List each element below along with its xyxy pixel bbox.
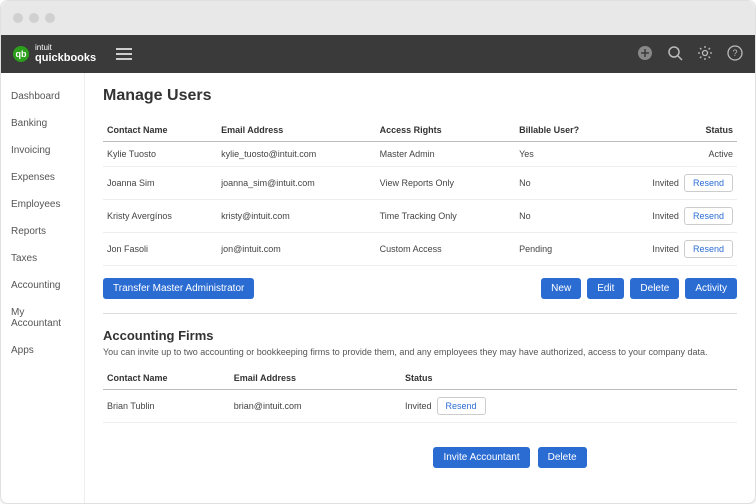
firm-col-email: Email Address xyxy=(230,367,401,390)
cell-status: Active xyxy=(597,142,737,167)
sidebar-item-apps[interactable]: Apps xyxy=(1,337,84,364)
new-button[interactable]: New xyxy=(541,278,581,299)
sidebar-item-taxes[interactable]: Taxes xyxy=(1,245,84,272)
firms-table: Contact Name Email Address Status Brian … xyxy=(103,367,737,423)
cell-billable: No xyxy=(515,200,597,233)
status-text: Invited xyxy=(652,244,679,254)
cell-status: Invited Resend xyxy=(597,167,737,200)
cell-rights: Time Tracking Only xyxy=(376,200,515,233)
gear-icon[interactable] xyxy=(697,45,713,64)
col-contact-name: Contact Name xyxy=(103,119,217,142)
table-row[interactable]: Kristy Avergínoskristy@intuit.comTime Tr… xyxy=(103,200,737,233)
cell-name: Kristy Avergínos xyxy=(103,200,217,233)
sidebar-item-banking[interactable]: Banking xyxy=(1,110,84,137)
cell-rights: View Reports Only xyxy=(376,167,515,200)
col-access-rights: Access Rights xyxy=(376,119,515,142)
sidebar: DashboardBankingInvoicingExpensesEmploye… xyxy=(1,73,85,503)
sidebar-item-reports[interactable]: Reports xyxy=(1,218,84,245)
cell-email: joanna_sim@intuit.com xyxy=(217,167,376,200)
accounting-firms-title: Accounting Firms xyxy=(103,328,737,343)
status-text: Active xyxy=(708,149,733,159)
brand: qb intuit quickbooks xyxy=(13,44,132,64)
main-content: Manage Users Contact Name Email Address … xyxy=(85,73,755,503)
window-dot xyxy=(45,13,55,23)
window-dot xyxy=(13,13,23,23)
col-billable: Billable User? xyxy=(515,119,597,142)
users-table: Contact Name Email Address Access Rights… xyxy=(103,119,737,266)
window-dot xyxy=(29,13,39,23)
sidebar-item-my-accountant[interactable]: My Accountant xyxy=(1,299,84,337)
help-icon[interactable]: ? xyxy=(727,45,743,64)
resend-button[interactable]: Resend xyxy=(684,240,733,258)
cell-status: Invited Resend xyxy=(597,233,737,266)
table-row[interactable]: Joanna Simjoanna_sim@intuit.comView Repo… xyxy=(103,167,737,200)
col-email: Email Address xyxy=(217,119,376,142)
table-row[interactable]: Kylie Tuostokylie_tuosto@intuit.comMaste… xyxy=(103,142,737,167)
cell-billable: Pending xyxy=(515,233,597,266)
col-status: Status xyxy=(597,119,737,142)
add-icon[interactable] xyxy=(637,45,653,64)
svg-text:?: ? xyxy=(732,48,737,58)
sidebar-item-dashboard[interactable]: Dashboard xyxy=(1,83,84,110)
page-title: Manage Users xyxy=(103,87,737,105)
delete-button[interactable]: Delete xyxy=(630,278,679,299)
accounting-firms-desc: You can invite up to two accounting or b… xyxy=(103,347,737,357)
cell-name: Kylie Tuosto xyxy=(103,142,217,167)
cell-rights: Custom Access xyxy=(376,233,515,266)
sidebar-item-invoicing[interactable]: Invoicing xyxy=(1,137,84,164)
firm-col-status: Status xyxy=(401,367,737,390)
transfer-master-admin-button[interactable]: Transfer Master Administrator xyxy=(103,278,254,299)
cell-name: Jon Fasoli xyxy=(103,233,217,266)
browser-chrome xyxy=(1,1,755,35)
edit-button[interactable]: Edit xyxy=(587,278,624,299)
delete-firm-button[interactable]: Delete xyxy=(538,447,587,468)
cell-email: kylie_tuosto@intuit.com xyxy=(217,142,376,167)
cell-rights: Master Admin xyxy=(376,142,515,167)
invite-accountant-button[interactable]: Invite Accountant xyxy=(433,447,529,468)
cell-status: Invited Resend xyxy=(597,200,737,233)
sidebar-item-employees[interactable]: Employees xyxy=(1,191,84,218)
resend-button[interactable]: Resend xyxy=(684,207,733,225)
resend-button[interactable]: Resend xyxy=(437,397,486,415)
brand-text: intuit quickbooks xyxy=(35,44,96,64)
table-row[interactable]: Brian Tublinbrian@intuit.comInvited Rese… xyxy=(103,390,737,423)
cell-billable: No xyxy=(515,167,597,200)
quickbooks-logo-icon: qb xyxy=(13,46,29,62)
search-icon[interactable] xyxy=(667,45,683,64)
cell-email: brian@intuit.com xyxy=(230,390,401,423)
hamburger-menu-icon[interactable] xyxy=(116,48,132,60)
top-bar: qb intuit quickbooks ? xyxy=(1,35,755,73)
status-text: Invited xyxy=(652,178,679,188)
resend-button[interactable]: Resend xyxy=(684,174,733,192)
cell-status: Invited Resend xyxy=(401,390,737,423)
cell-email: kristy@intuit.com xyxy=(217,200,376,233)
status-text: Invited xyxy=(405,401,432,411)
cell-name: Joanna Sim xyxy=(103,167,217,200)
firm-col-name: Contact Name xyxy=(103,367,230,390)
table-row[interactable]: Jon Fasolijon@intuit.comCustom AccessPen… xyxy=(103,233,737,266)
cell-name: Brian Tublin xyxy=(103,390,230,423)
status-text: Invited xyxy=(652,211,679,221)
activity-button[interactable]: Activity xyxy=(685,278,737,299)
sidebar-item-accounting[interactable]: Accounting xyxy=(1,272,84,299)
sidebar-item-expenses[interactable]: Expenses xyxy=(1,164,84,191)
cell-email: jon@intuit.com xyxy=(217,233,376,266)
cell-billable: Yes xyxy=(515,142,597,167)
